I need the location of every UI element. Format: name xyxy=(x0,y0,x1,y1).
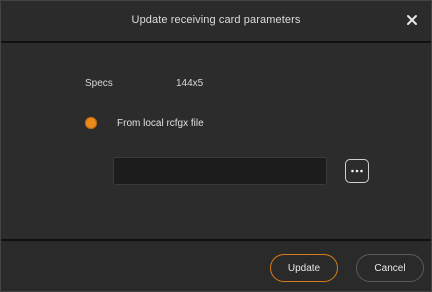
dialog-title: Update receiving card parameters xyxy=(131,14,301,26)
file-path-input[interactable] xyxy=(113,157,327,185)
local-file-radio-label[interactable]: From local rcfgx file xyxy=(117,118,204,129)
dialog-body: Specs 144x5 From local rcfgx file xyxy=(1,43,431,239)
close-button[interactable] xyxy=(403,11,421,29)
specs-label: Specs xyxy=(85,78,113,89)
update-receiving-card-dialog: Update receiving card parameters Specs 1… xyxy=(0,0,432,292)
local-file-radio[interactable] xyxy=(85,117,97,129)
browse-file-button[interactable] xyxy=(345,159,369,183)
update-button[interactable]: Update xyxy=(270,254,338,282)
cancel-button[interactable]: Cancel xyxy=(356,254,424,282)
ellipsis-icon xyxy=(351,169,363,173)
close-icon xyxy=(407,15,417,25)
specs-value: 144x5 xyxy=(176,78,204,89)
dialog-titlebar: Update receiving card parameters xyxy=(1,1,431,41)
dialog-footer: Update Cancel xyxy=(1,241,431,291)
